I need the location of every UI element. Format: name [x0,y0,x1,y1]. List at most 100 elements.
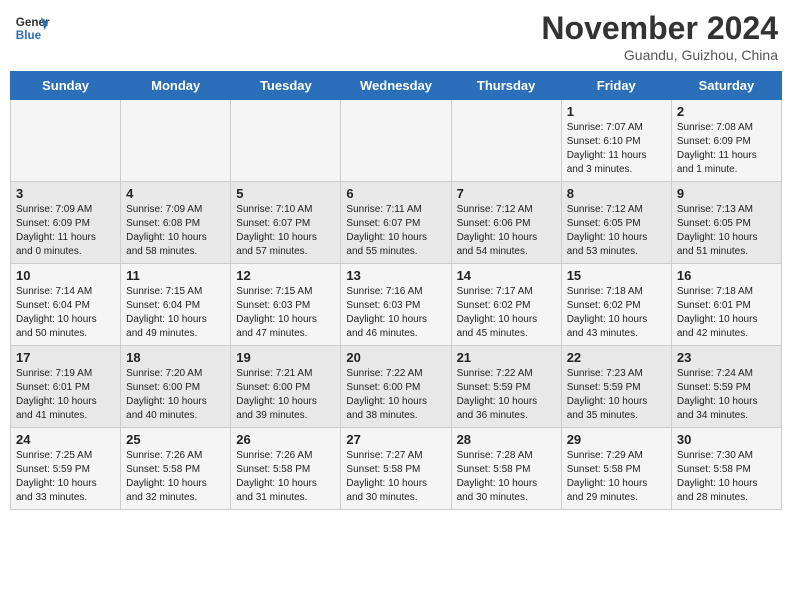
day-number: 6 [346,186,445,201]
calendar-day-cell: 1 Sunrise: 7:07 AM Sunset: 6:10 PM Daylig… [561,100,671,182]
day-number: 3 [16,186,115,201]
day-number: 17 [16,350,115,365]
day-of-week-header: Wednesday [341,72,451,100]
calendar-day-cell: 24Sunrise: 7:25 AM Sunset: 5:59 PM Dayli… [11,428,121,510]
day-number: 5 [236,186,335,201]
day-info: Sunrise: 7:11 AM Sunset: 6:07 PM Dayligh… [346,203,445,259]
calendar-day-cell: 26Sunrise: 7:26 AM Sunset: 5:58 PM Dayli… [231,428,341,510]
day-number: 11 [126,268,225,283]
calendar-day-cell: 9Sunrise: 7:13 AM Sunset: 6:05 PM Daylig… [671,182,781,264]
calendar-day-cell: 6 Sunrise: 7:11 AM Sunset: 6:07 PM Daylig… [341,182,451,264]
day-number: 29 [567,432,666,447]
day-of-week-header: Monday [121,72,231,100]
day-of-week-header: Tuesday [231,72,341,100]
calendar-week-row: 1 Sunrise: 7:07 AM Sunset: 6:10 PM Daylig… [11,100,782,182]
day-number: 28 [457,432,556,447]
calendar-table: SundayMondayTuesdayWednesdayThursdayFrid… [10,71,782,510]
calendar-header-row: SundayMondayTuesdayWednesdayThursdayFrid… [11,72,782,100]
calendar-day-cell [231,100,341,182]
page-header: General Blue November 2024 Guandu, Guizh… [10,10,782,63]
day-number: 13 [346,268,445,283]
day-number: 8 [567,186,666,201]
day-number: 7 [457,186,556,201]
day-number: 10 [16,268,115,283]
month-title: November 2024 [541,10,778,47]
calendar-day-cell: 14 Sunrise: 7:17 AM Sunset: 6:02 PM Dayli… [451,264,561,346]
day-info: Sunrise: 7:29 AM Sunset: 5:58 PM Dayligh… [567,449,666,505]
calendar-day-cell: 15 Sunrise: 7:18 AM Sunset: 6:02 PM Dayli… [561,264,671,346]
day-info: Sunrise: 7:22 AM Sunset: 6:00 PM Dayligh… [346,367,445,423]
calendar-day-cell: 21Sunrise: 7:22 AM Sunset: 5:59 PM Dayli… [451,346,561,428]
day-info: Sunrise: 7:15 AM Sunset: 6:04 PM Dayligh… [126,285,225,341]
day-info: Sunrise: 7:23 AM Sunset: 5:59 PM Dayligh… [567,367,666,423]
calendar-day-cell: 4 Sunrise: 7:09 AM Sunset: 6:08 PM Daylig… [121,182,231,264]
day-info: Sunrise: 7:14 AM Sunset: 6:04 PM Dayligh… [16,285,115,341]
calendar-day-cell: 2 Sunrise: 7:08 AM Sunset: 6:09 PM Daylig… [671,100,781,182]
day-info: Sunrise: 7:10 AM Sunset: 6:07 PM Dayligh… [236,203,335,259]
day-of-week-header: Thursday [451,72,561,100]
day-of-week-header: Sunday [11,72,121,100]
day-number: 4 [126,186,225,201]
calendar-day-cell: 22 Sunrise: 7:23 AM Sunset: 5:59 PM Dayli… [561,346,671,428]
day-info: Sunrise: 7:08 AM Sunset: 6:09 PM Dayligh… [677,121,776,177]
calendar-day-cell: 20 Sunrise: 7:22 AM Sunset: 6:00 PM Dayli… [341,346,451,428]
day-of-week-header: Saturday [671,72,781,100]
calendar-day-cell: 8 Sunrise: 7:12 AM Sunset: 6:05 PM Daylig… [561,182,671,264]
day-info: Sunrise: 7:12 AM Sunset: 6:05 PM Dayligh… [567,203,666,259]
day-number: 14 [457,268,556,283]
day-info: Sunrise: 7:17 AM Sunset: 6:02 PM Dayligh… [457,285,556,341]
calendar-day-cell: 25 Sunrise: 7:26 AM Sunset: 5:58 PM Dayli… [121,428,231,510]
calendar-day-cell: 30Sunrise: 7:30 AM Sunset: 5:58 PM Dayli… [671,428,781,510]
day-number: 16 [677,268,776,283]
day-of-week-header: Friday [561,72,671,100]
calendar-day-cell: 12 Sunrise: 7:15 AM Sunset: 6:03 PM Dayli… [231,264,341,346]
day-info: Sunrise: 7:18 AM Sunset: 6:02 PM Dayligh… [567,285,666,341]
day-info: Sunrise: 7:20 AM Sunset: 6:00 PM Dayligh… [126,367,225,423]
day-number: 1 [567,104,666,119]
day-info: Sunrise: 7:21 AM Sunset: 6:00 PM Dayligh… [236,367,335,423]
calendar-day-cell: 7 Sunrise: 7:12 AM Sunset: 6:06 PM Daylig… [451,182,561,264]
title-section: November 2024 Guandu, Guizhou, China [541,10,778,63]
day-number: 27 [346,432,445,447]
day-info: Sunrise: 7:27 AM Sunset: 5:58 PM Dayligh… [346,449,445,505]
calendar-day-cell: 10 Sunrise: 7:14 AM Sunset: 6:04 PM Dayli… [11,264,121,346]
day-info: Sunrise: 7:26 AM Sunset: 5:58 PM Dayligh… [126,449,225,505]
calendar-week-row: 24Sunrise: 7:25 AM Sunset: 5:59 PM Dayli… [11,428,782,510]
day-number: 22 [567,350,666,365]
day-info: Sunrise: 7:18 AM Sunset: 6:01 PM Dayligh… [677,285,776,341]
calendar-day-cell: 16 Sunrise: 7:18 AM Sunset: 6:01 PM Dayli… [671,264,781,346]
calendar-day-cell: 11 Sunrise: 7:15 AM Sunset: 6:04 PM Dayli… [121,264,231,346]
day-number: 18 [126,350,225,365]
day-info: Sunrise: 7:07 AM Sunset: 6:10 PM Dayligh… [567,121,666,177]
day-number: 25 [126,432,225,447]
calendar-day-cell: 29 Sunrise: 7:29 AM Sunset: 5:58 PM Dayli… [561,428,671,510]
day-info: Sunrise: 7:15 AM Sunset: 6:03 PM Dayligh… [236,285,335,341]
day-info: Sunrise: 7:12 AM Sunset: 6:06 PM Dayligh… [457,203,556,259]
day-number: 20 [346,350,445,365]
calendar-day-cell: 18 Sunrise: 7:20 AM Sunset: 6:00 PM Dayli… [121,346,231,428]
calendar-week-row: 17Sunrise: 7:19 AM Sunset: 6:01 PM Dayli… [11,346,782,428]
day-info: Sunrise: 7:30 AM Sunset: 5:58 PM Dayligh… [677,449,776,505]
calendar-day-cell: 19Sunrise: 7:21 AM Sunset: 6:00 PM Dayli… [231,346,341,428]
day-number: 26 [236,432,335,447]
day-info: Sunrise: 7:09 AM Sunset: 6:09 PM Dayligh… [16,203,115,259]
calendar-day-cell: 5 Sunrise: 7:10 AM Sunset: 6:07 PM Daylig… [231,182,341,264]
day-info: Sunrise: 7:28 AM Sunset: 5:58 PM Dayligh… [457,449,556,505]
calendar-day-cell: 27 Sunrise: 7:27 AM Sunset: 5:58 PM Dayli… [341,428,451,510]
calendar-day-cell [451,100,561,182]
day-number: 24 [16,432,115,447]
calendar-day-cell: 23Sunrise: 7:24 AM Sunset: 5:59 PM Dayli… [671,346,781,428]
day-number: 12 [236,268,335,283]
calendar-day-cell: 13Sunrise: 7:16 AM Sunset: 6:03 PM Dayli… [341,264,451,346]
day-info: Sunrise: 7:09 AM Sunset: 6:08 PM Dayligh… [126,203,225,259]
calendar-body: 1 Sunrise: 7:07 AM Sunset: 6:10 PM Daylig… [11,100,782,510]
day-number: 15 [567,268,666,283]
day-number: 2 [677,104,776,119]
calendar-day-cell [341,100,451,182]
calendar-day-cell: 17Sunrise: 7:19 AM Sunset: 6:01 PM Dayli… [11,346,121,428]
calendar-week-row: 10 Sunrise: 7:14 AM Sunset: 6:04 PM Dayli… [11,264,782,346]
calendar-day-cell: 28 Sunrise: 7:28 AM Sunset: 5:58 PM Dayli… [451,428,561,510]
day-number: 9 [677,186,776,201]
calendar-day-cell [11,100,121,182]
calendar-week-row: 3 Sunrise: 7:09 AM Sunset: 6:09 PM Daylig… [11,182,782,264]
